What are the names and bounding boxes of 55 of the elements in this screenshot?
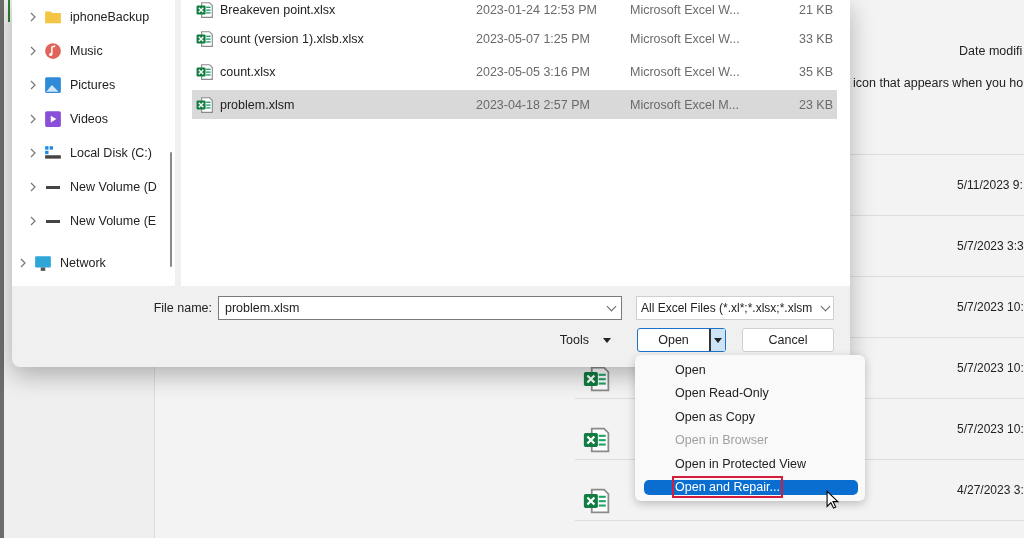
scrollbar[interactable]	[170, 152, 172, 267]
menu-item[interactable]: Open as Copy	[644, 405, 858, 429]
menu-item[interactable]: Open Read-Only	[644, 381, 858, 405]
nav-item[interactable]: Videos	[12, 102, 175, 136]
picture-icon	[44, 76, 62, 94]
menu-item[interactable]: Open	[644, 358, 858, 382]
excel-file-icon	[196, 29, 214, 48]
cancel-button[interactable]: Cancel	[742, 328, 834, 352]
caret-icon	[709, 329, 725, 351]
disk-drive-icon	[44, 144, 62, 162]
drive-icon	[46, 185, 60, 189]
date-text: 5/7/2023 3:3	[957, 239, 1024, 253]
nav-item[interactable]: New Volume (E	[12, 204, 175, 238]
nav-item[interactable]: Local Disk (C:)	[12, 136, 175, 170]
chevron-right-icon[interactable]	[30, 12, 36, 22]
date-text: 5/7/2023 10:	[957, 361, 1024, 375]
chevron-right-icon[interactable]	[30, 80, 36, 90]
open-split-button[interactable]: Open	[637, 328, 726, 352]
file-type-dropdown[interactable]: All Excel Files (*.xl*;*.xlsx;*.xlsm	[636, 296, 834, 320]
chevron-right-icon[interactable]	[30, 216, 36, 226]
nav-item[interactable]: New Volume (D	[12, 170, 175, 204]
chevron-right-icon[interactable]	[30, 148, 36, 158]
file-name-field[interactable]: problem.xlsm	[218, 296, 622, 320]
chevron-right-icon[interactable]	[30, 182, 36, 192]
excel-file-icon	[583, 425, 611, 455]
excel-file-icon	[583, 364, 611, 394]
excel-file-icon	[583, 486, 611, 516]
column-header: Date modifi	[959, 44, 1023, 58]
music-note-icon	[44, 42, 62, 60]
network-icon	[34, 254, 52, 272]
folder-icon	[44, 8, 62, 26]
date-text: 5/7/2023 10:	[957, 300, 1024, 314]
caret-icon	[603, 337, 611, 343]
date-text: 5/7/2023 10:	[957, 422, 1024, 436]
tip-text: icon that appears when you ho	[853, 76, 1024, 90]
menu-item[interactable]: Open and Repair...	[644, 479, 858, 495]
nav-item[interactable]: Network	[12, 246, 175, 280]
file-row[interactable]: count.xlsx 2023-05-05 3:16 PM Microsoft Excel W... 35 KB	[192, 57, 837, 86]
date-text: 4/27/2023 3:	[957, 483, 1024, 497]
excel-file-icon	[196, 62, 214, 81]
chevron-right-icon[interactable]	[30, 46, 36, 56]
file-row[interactable]: problem.xlsm 2023-04-18 2:57 PM Microsoft Excel M... 23 KB	[192, 90, 837, 119]
chevron-right-icon[interactable]	[30, 114, 36, 124]
video-icon	[44, 110, 62, 128]
drive-icon	[46, 219, 60, 223]
chevron-right-icon[interactable]	[20, 258, 26, 268]
nav-item[interactable]: Music	[12, 34, 175, 68]
tools-button[interactable]: Tools	[553, 332, 617, 348]
nav-item[interactable]: Pictures	[12, 68, 175, 102]
file-name-label: File name:	[153, 301, 212, 315]
nav-item[interactable]: iphoneBackup	[12, 0, 175, 34]
excel-file-icon	[196, 95, 214, 114]
file-row[interactable]: count (version 1).xlsb.xlsx 2023-05-07 1:25 PM Microsoft Excel W... 33 KB	[192, 24, 837, 53]
file-row[interactable]: Breakeven point.xlsx 2023-01-24 12:53 PM Microsoft Excel W... 21 KB	[192, 0, 837, 20]
date-text: 5/11/2023 9:	[957, 178, 1023, 192]
